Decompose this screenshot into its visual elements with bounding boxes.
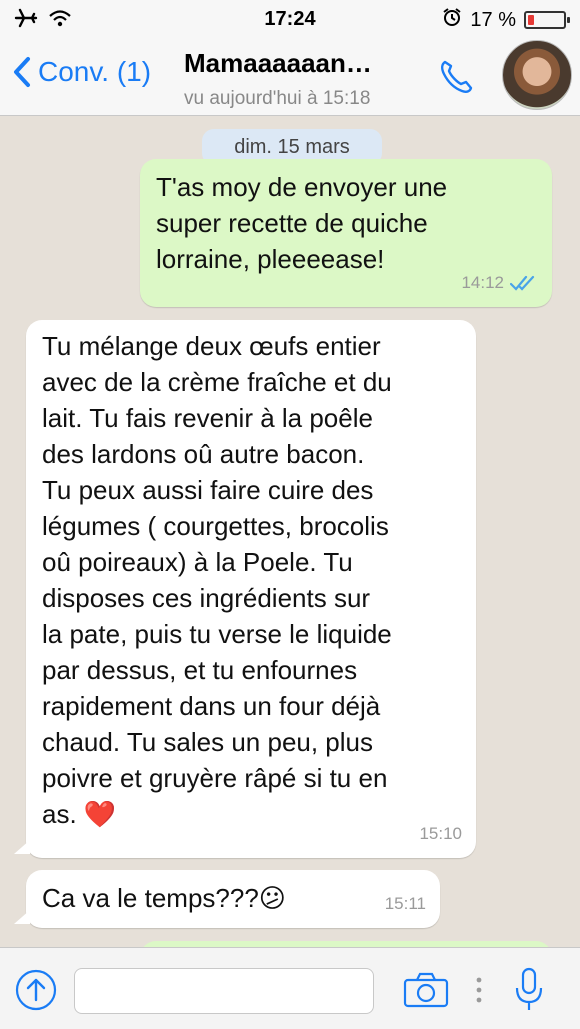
camera-icon bbox=[403, 972, 449, 1008]
message-input[interactable] bbox=[74, 968, 374, 1014]
message-time: 15:10 bbox=[419, 824, 462, 843]
message-meta: 15:10 bbox=[419, 816, 462, 852]
share-button[interactable] bbox=[14, 968, 58, 1017]
chat-area[interactable]: dim. 15 mars T'as moy de envoyer une sup… bbox=[0, 117, 580, 947]
call-button[interactable] bbox=[436, 56, 476, 101]
message-meta: 14:12 bbox=[461, 265, 538, 301]
battery-icon bbox=[524, 11, 570, 29]
conversation-header: Conv. (1) Mamaaaaaan… vu aujourd'hui à 1… bbox=[0, 38, 580, 116]
message-time: 14:12 bbox=[461, 273, 504, 292]
message-text: T'as moy de envoyer une super recette de… bbox=[156, 172, 448, 274]
phone-icon bbox=[441, 60, 473, 93]
back-button-label: Conv. (1) bbox=[38, 56, 152, 87]
message-incoming[interactable]: Ca va le temps???😕 15:11 bbox=[14, 870, 440, 928]
back-button[interactable]: Conv. (1) bbox=[12, 56, 151, 88]
battery-level-fill bbox=[528, 15, 534, 25]
read-ticks-icon bbox=[510, 275, 535, 291]
microphone-button[interactable] bbox=[514, 966, 544, 1019]
status-bar: 17:24 17 % bbox=[0, 0, 580, 38]
camera-button[interactable] bbox=[402, 970, 450, 1015]
upload-arrow-icon bbox=[15, 969, 57, 1011]
message-time: 15:11 bbox=[384, 894, 426, 913]
contact-avatar[interactable] bbox=[502, 40, 572, 110]
message-text: Ca va le temps???😕 bbox=[42, 883, 286, 913]
message-meta: 15:11 bbox=[385, 886, 426, 922]
status-right: 17 % bbox=[442, 7, 570, 33]
bubble-tail bbox=[14, 910, 30, 924]
more-options-icon[interactable] bbox=[474, 976, 484, 1009]
message-text: Tu mélange deux œufs entier avec de la c… bbox=[42, 331, 392, 829]
last-seen: vu aujourd'hui à 15:18 bbox=[184, 88, 371, 109]
alarm-icon bbox=[442, 7, 462, 33]
contact-name[interactable]: Mamaaaaaan… bbox=[184, 48, 372, 79]
microphone-icon bbox=[515, 967, 543, 1010]
battery-percent: 17 % bbox=[470, 8, 516, 31]
input-bar bbox=[0, 947, 580, 1029]
message-incoming[interactable]: Tu mélange deux œufs entier avec de la c… bbox=[14, 320, 476, 858]
chevron-left-icon bbox=[14, 57, 30, 87]
message-outgoing[interactable]: T'as moy de envoyer une super recette de… bbox=[140, 159, 552, 307]
bubble-tail bbox=[14, 840, 30, 854]
